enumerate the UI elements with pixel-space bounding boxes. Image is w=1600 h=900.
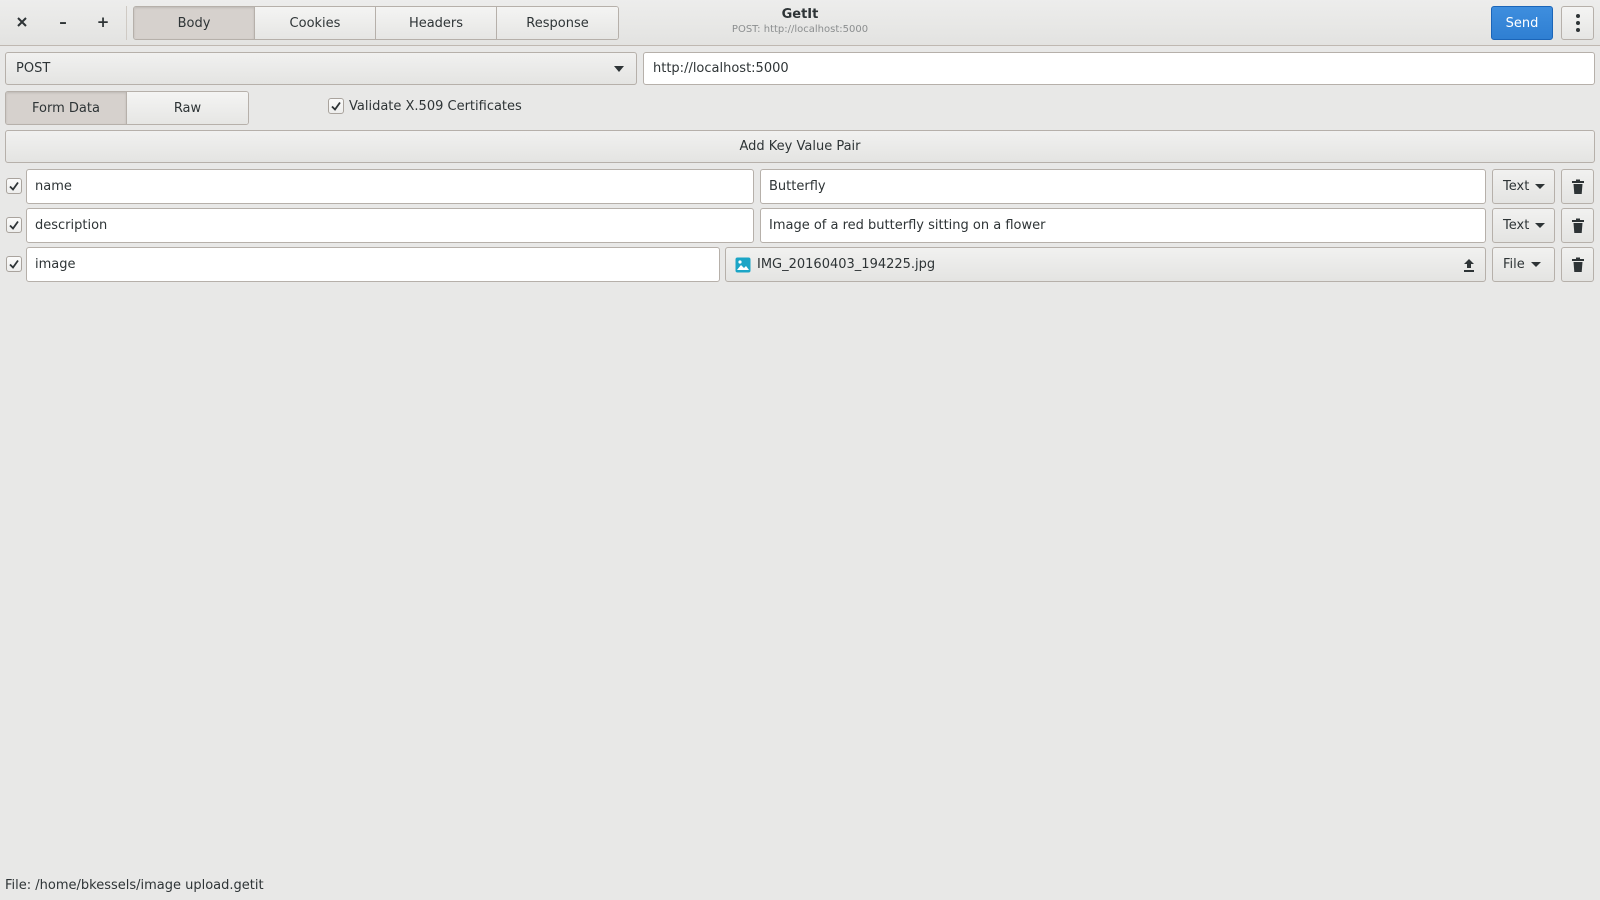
key-value-row: description Image of a red butterfly sit… [0,208,1600,243]
trash-icon [1571,179,1584,194]
value-input[interactable]: Butterfly [760,169,1486,204]
raw-toggle[interactable]: Raw [127,92,248,124]
trash-icon [1571,218,1584,233]
tab-body[interactable]: Body [134,7,255,39]
upload-icon [1464,259,1474,272]
value-text: Image of a red butterfly sitting on a fl… [769,218,1046,233]
key-value: image [35,257,76,272]
value-type-dropdown[interactable]: Text [1492,169,1555,204]
maximize-icon: + [96,13,110,31]
checkmark-icon [9,220,19,230]
maximize-window-button[interactable]: + [89,8,117,36]
key-input[interactable]: name [26,169,754,204]
delete-row-button[interactable] [1561,247,1594,282]
key-value: description [35,218,108,233]
validate-certificates-label: Validate X.509 Certificates [349,98,522,114]
tab-headers[interactable]: Headers [376,7,497,39]
chevron-down-icon [1535,223,1546,228]
close-window-button[interactable] [8,8,36,36]
checkmark-icon [9,259,19,269]
validate-certificates-option[interactable]: Validate X.509 Certificates [328,98,522,114]
file-chooser-button[interactable]: IMG_20160403_194225.jpg [725,247,1486,282]
tab-response[interactable]: Response [497,7,618,39]
value-text: Butterfly [769,179,826,194]
tab-cookies[interactable]: Cookies [255,7,376,39]
header-separator [126,6,127,40]
image-file-icon [735,257,751,272]
url-value: http://localhost:5000 [653,61,789,76]
main-menu-button[interactable] [1561,6,1594,40]
close-icon [17,17,27,27]
method-value: POST [16,61,51,76]
delete-row-button[interactable] [1561,169,1594,204]
row-enabled-checkbox[interactable] [6,178,22,194]
value-type-label: Text [1503,179,1530,194]
checkmark-icon [331,101,341,111]
header-bar: – + Body Cookies Headers Response GetIt … [0,0,1600,46]
vertical-dots-icon [1575,14,1580,32]
key-input[interactable]: image [26,247,720,282]
key-value-row: image IMG_20160403_194225.jpg File [0,247,1600,282]
chevron-down-icon [614,66,624,72]
row-enabled-checkbox[interactable] [6,256,22,272]
add-key-value-pair-button[interactable]: Add Key Value Pair [5,130,1595,163]
minimize-window-button[interactable]: – [49,8,77,36]
method-dropdown[interactable]: POST [5,52,637,85]
key-input[interactable]: description [26,208,754,243]
body-mode-switcher: Form Data Raw [5,91,249,125]
value-type-label: Text [1503,218,1530,233]
url-input[interactable]: http://localhost:5000 [643,52,1595,85]
value-type-dropdown[interactable]: File [1492,247,1555,282]
value-input[interactable]: Image of a red butterfly sitting on a fl… [760,208,1486,243]
key-value: name [35,179,72,194]
send-button[interactable]: Send [1491,6,1553,40]
delete-row-button[interactable] [1561,208,1594,243]
chevron-down-icon [1535,184,1546,189]
value-type-label: File [1503,257,1525,272]
minimize-icon: – [59,13,67,31]
file-name: IMG_20160403_194225.jpg [757,257,936,272]
trash-icon [1571,257,1584,272]
status-bar-text: File: /home/bkessels/image upload.getit [5,878,264,893]
value-type-dropdown[interactable]: Text [1492,208,1555,243]
view-tabs: Body Cookies Headers Response [133,6,619,40]
chevron-down-icon [1530,262,1541,267]
row-enabled-checkbox[interactable] [6,217,22,233]
validate-certificates-checkbox[interactable] [328,98,344,114]
key-value-row: name Butterfly Text [0,169,1600,204]
checkmark-icon [9,181,19,191]
form-data-toggle[interactable]: Form Data [6,92,127,124]
